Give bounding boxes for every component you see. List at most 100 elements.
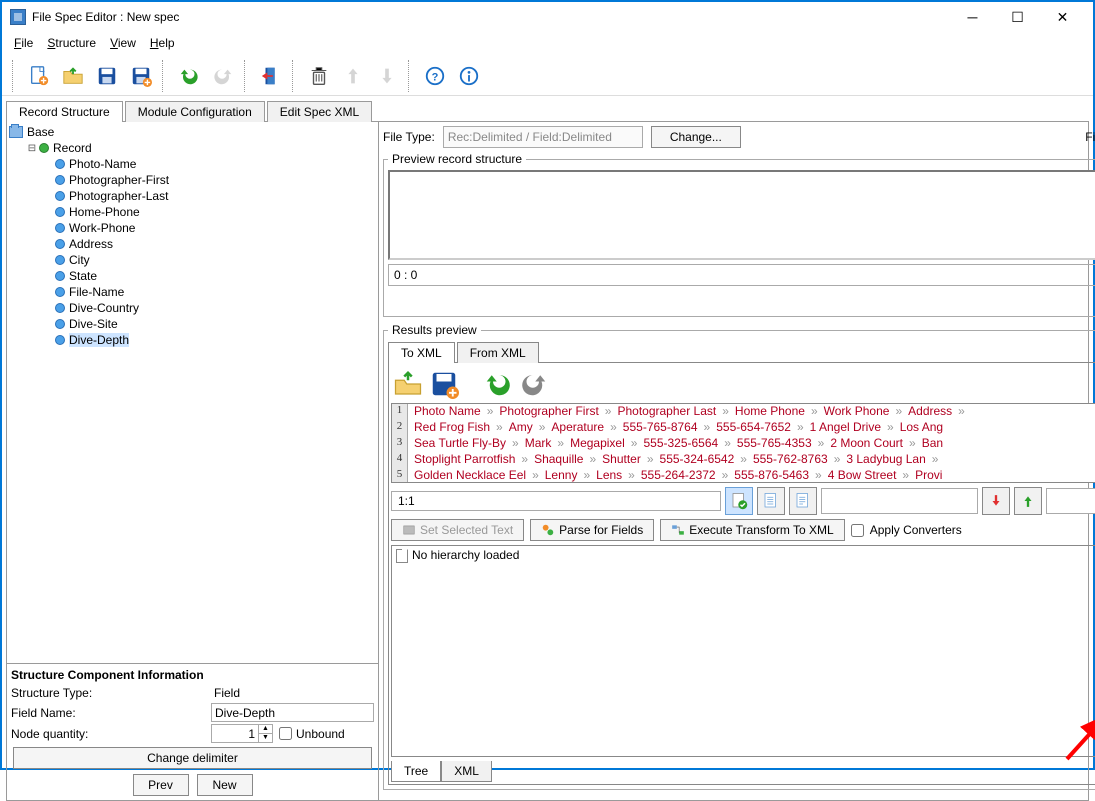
field-icon bbox=[55, 319, 65, 329]
tree-field[interactable]: Address bbox=[69, 237, 113, 251]
grid-row[interactable]: 2Red Frog Fish » Amy » Aperature » 555-7… bbox=[392, 420, 1095, 436]
tree-field[interactable]: City bbox=[69, 253, 90, 267]
search-count-input[interactable] bbox=[1046, 488, 1095, 514]
page-icon bbox=[396, 549, 408, 563]
open-file-button[interactable] bbox=[58, 61, 88, 91]
tab-from-xml[interactable]: From XML bbox=[457, 342, 539, 363]
hierarchy-box[interactable]: No hierarchy loaded bbox=[391, 545, 1095, 757]
menu-file[interactable]: File bbox=[8, 34, 39, 52]
toolbar: ? bbox=[2, 56, 1093, 96]
grid-row[interactable]: 3Sea Turtle Fly-By » Mark » Megapixel » … bbox=[392, 436, 1095, 452]
prev-button[interactable]: Prev bbox=[133, 774, 189, 796]
expand-toggle[interactable]: ⊟ bbox=[27, 143, 37, 154]
unbound-checkbox[interactable] bbox=[279, 727, 292, 740]
tree-field[interactable]: Photo-Name bbox=[69, 157, 136, 171]
search-up-button[interactable] bbox=[1014, 487, 1042, 515]
execute-transform-button[interactable]: Execute Transform To XML bbox=[660, 519, 845, 541]
node-quantity-input[interactable] bbox=[211, 724, 259, 743]
search-down-button[interactable] bbox=[982, 487, 1010, 515]
grid-row[interactable]: 1Photo Name » Photographer First » Photo… bbox=[392, 404, 1095, 420]
tree-field[interactable]: Dive-Country bbox=[69, 301, 139, 315]
set-selected-text-button[interactable]: Set Selected Text bbox=[391, 519, 524, 541]
preview-legend: Preview record structure bbox=[388, 152, 526, 166]
field-icon bbox=[55, 271, 65, 281]
redo-button[interactable] bbox=[208, 61, 238, 91]
results-open-button[interactable] bbox=[393, 369, 423, 399]
apply-converters-label: Apply Converters bbox=[870, 523, 962, 537]
field-icon bbox=[55, 287, 65, 297]
doc-icon-2[interactable] bbox=[789, 487, 817, 515]
first-row-headers-label: First row is headers bbox=[1085, 130, 1095, 144]
tree-field[interactable]: File-Name bbox=[69, 285, 124, 299]
save-button[interactable] bbox=[92, 61, 122, 91]
filetype-input bbox=[443, 126, 643, 148]
menu-structure[interactable]: Structure bbox=[41, 34, 102, 52]
structure-tree[interactable]: Base ⊟ Record Photo-Name Photographer-Firs… bbox=[7, 122, 378, 663]
field-icon bbox=[55, 159, 65, 169]
sci-qty-label: Node quantity: bbox=[11, 727, 211, 741]
results-save-button[interactable] bbox=[429, 369, 459, 399]
grid-row[interactable]: 5Golden Necklace Eel » Lenny » Lens » 55… bbox=[392, 468, 1095, 483]
tab-module-configuration[interactable]: Module Configuration bbox=[125, 101, 265, 122]
new-file-button[interactable] bbox=[24, 61, 54, 91]
tree-field[interactable]: Work-Phone bbox=[69, 221, 135, 235]
sci-type-label: Structure Type: bbox=[11, 686, 211, 700]
undo-button[interactable] bbox=[174, 61, 204, 91]
tab-xml[interactable]: XML bbox=[441, 761, 492, 782]
tab-record-structure[interactable]: Record Structure bbox=[6, 101, 123, 122]
field-icon bbox=[55, 191, 65, 201]
titlebar: File Spec Editor : New spec ─ ☐ ✕ bbox=[2, 2, 1093, 32]
preview-textarea[interactable] bbox=[388, 170, 1095, 260]
move-up-button[interactable] bbox=[338, 61, 368, 91]
tree-record[interactable]: Record bbox=[53, 141, 92, 155]
tree-field[interactable]: State bbox=[69, 269, 97, 283]
grid-row[interactable]: 4Stoplight Parrotfish » Shaquille » Shut… bbox=[392, 452, 1095, 468]
minimize-button[interactable]: ─ bbox=[950, 3, 995, 31]
delete-button[interactable] bbox=[304, 61, 334, 91]
unbound-label: Unbound bbox=[296, 727, 345, 741]
tree-field[interactable]: Photographer-First bbox=[69, 173, 169, 187]
menu-help[interactable]: Help bbox=[144, 34, 181, 52]
move-down-button[interactable] bbox=[372, 61, 402, 91]
cursor-position: 1:1 bbox=[391, 491, 721, 511]
tree-field[interactable]: Photographer-Last bbox=[69, 189, 168, 203]
validate-icon[interactable] bbox=[725, 487, 753, 515]
exit-button[interactable] bbox=[256, 61, 286, 91]
field-icon bbox=[55, 223, 65, 233]
doc-icon-1[interactable] bbox=[757, 487, 785, 515]
sci-header: Structure Component Information bbox=[7, 666, 378, 684]
maximize-button[interactable]: ☐ bbox=[995, 3, 1040, 31]
help-button[interactable]: ? bbox=[420, 61, 450, 91]
tab-tree[interactable]: Tree bbox=[391, 761, 441, 782]
tree-field[interactable]: Home-Phone bbox=[69, 205, 140, 219]
parse-for-fields-button[interactable]: Parse for Fields bbox=[530, 519, 654, 541]
tree-field[interactable]: Dive-Depth bbox=[69, 333, 129, 347]
apply-converters-checkbox[interactable] bbox=[851, 524, 864, 537]
tab-edit-spec-xml[interactable]: Edit Spec XML bbox=[267, 101, 372, 122]
new-button[interactable]: New bbox=[197, 774, 253, 796]
structure-component-info: Structure Component Information Structur… bbox=[7, 663, 378, 800]
about-button[interactable] bbox=[454, 61, 484, 91]
tab-to-xml[interactable]: To XML bbox=[388, 342, 455, 363]
record-icon bbox=[39, 143, 49, 153]
filetype-label: File Type: bbox=[383, 130, 435, 144]
menu-view[interactable]: View bbox=[104, 34, 142, 52]
search-input[interactable] bbox=[821, 488, 978, 514]
sci-type-value: Field bbox=[211, 685, 374, 701]
sci-name-label: Field Name: bbox=[11, 706, 211, 720]
results-grid[interactable]: 1Photo Name » Photographer First » Photo… bbox=[391, 403, 1095, 483]
svg-text:?: ? bbox=[432, 71, 439, 83]
change-delimiter-button[interactable]: Change delimiter bbox=[13, 747, 372, 769]
results-undo-button[interactable] bbox=[483, 369, 513, 399]
results-redo-button[interactable] bbox=[519, 369, 549, 399]
change-filetype-button[interactable]: Change... bbox=[651, 126, 741, 148]
app-icon bbox=[10, 9, 26, 25]
save-as-button[interactable] bbox=[126, 61, 156, 91]
field-icon bbox=[55, 239, 65, 249]
tree-field[interactable]: Dive-Site bbox=[69, 317, 118, 331]
tree-base[interactable]: Base bbox=[27, 125, 54, 139]
quantity-stepper[interactable]: ▲▼ bbox=[259, 724, 273, 743]
results-legend: Results preview bbox=[388, 323, 481, 337]
close-button[interactable]: ✕ bbox=[1040, 3, 1085, 31]
field-name-input[interactable] bbox=[211, 703, 374, 722]
